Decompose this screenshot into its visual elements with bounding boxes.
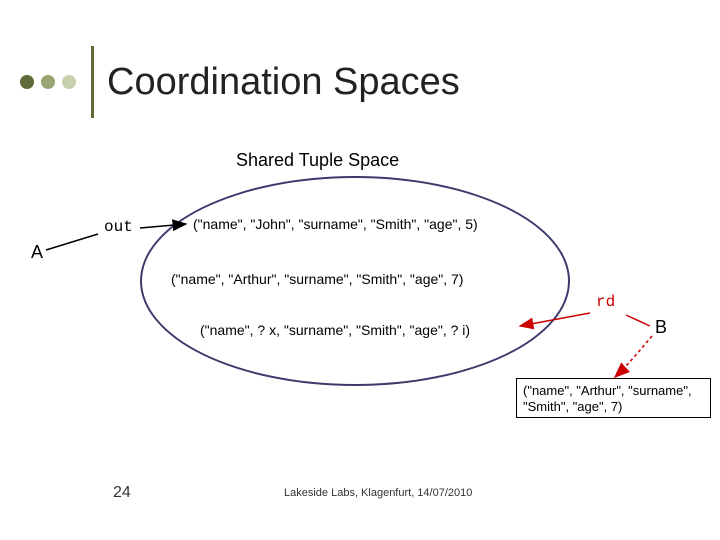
bullet-dot-dark xyxy=(20,75,34,89)
result-tuple-box: ("name", "Arthur", "surname", "Smith", "… xyxy=(516,378,711,418)
process-a-label: A xyxy=(31,242,43,263)
process-b-label: B xyxy=(655,317,667,338)
tuple-query-row: ("name", ? x, "surname", "Smith", "age",… xyxy=(200,322,470,338)
title-divider xyxy=(91,46,94,118)
page-number: 24 xyxy=(113,484,131,502)
bullet-dot-light xyxy=(62,75,76,89)
rd-operation-label: rd xyxy=(596,293,615,311)
subtitle: Shared Tuple Space xyxy=(236,150,399,171)
out-operation-label: out xyxy=(104,218,133,236)
tuple-row-2: ("name", "Arthur", "surname", "Smith", "… xyxy=(171,271,463,287)
page-title: Coordination Spaces xyxy=(107,61,460,104)
tuple-row-1: ("name", "John", "surname", "Smith", "ag… xyxy=(193,216,478,232)
title-row: Coordination Spaces xyxy=(20,46,460,118)
bullet-dot-mid xyxy=(41,75,55,89)
footer-text: Lakeside Labs, Klagenfurt, 14/07/2010 xyxy=(284,487,472,499)
